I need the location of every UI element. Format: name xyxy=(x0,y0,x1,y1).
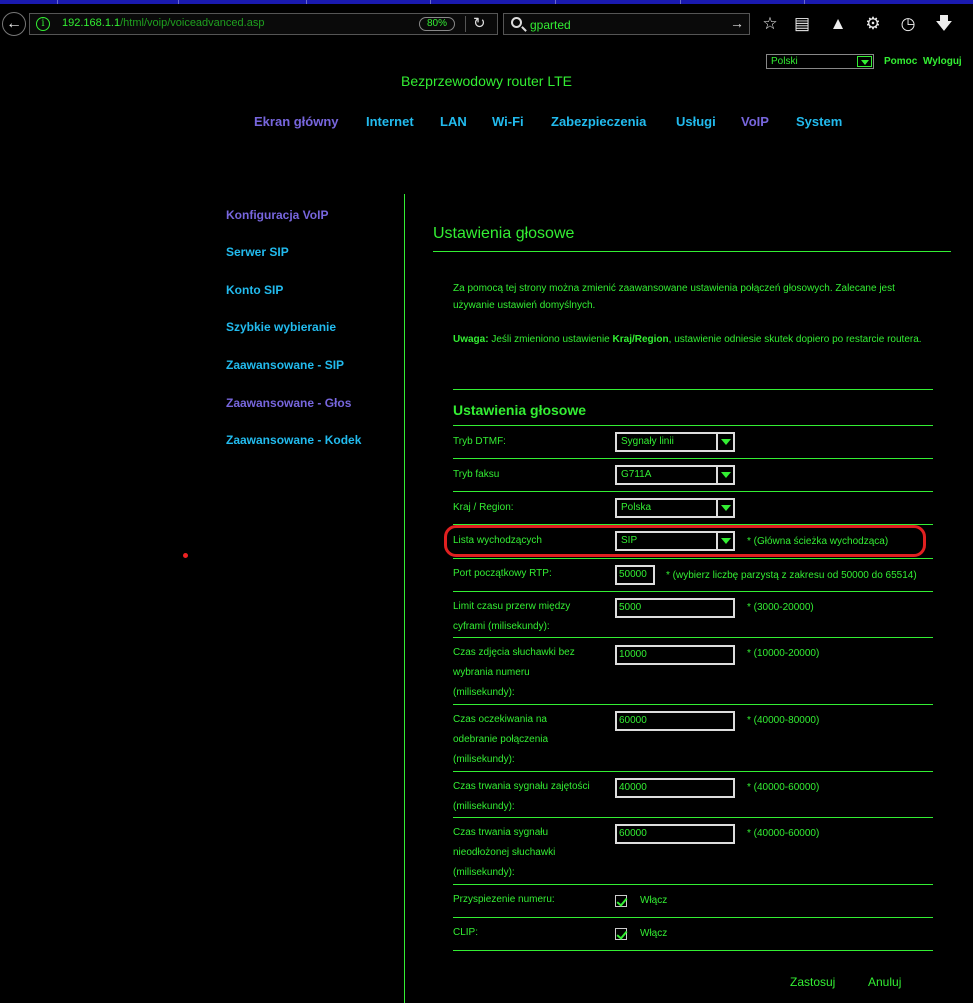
nav-security[interactable]: Zabezpieczenia xyxy=(551,114,646,129)
cancel-button[interactable]: Anuluj xyxy=(868,975,901,989)
side-advanced-sip[interactable]: Zaawansowane - SIP xyxy=(226,358,344,372)
browser-toolbar: ← i 192.168.1.1/html/voip/voiceadvanced.… xyxy=(0,0,973,44)
nav-wifi[interactable]: Wi-Fi xyxy=(492,114,524,129)
side-sip-server[interactable]: Serwer SIP xyxy=(226,245,289,259)
side-advanced-voice[interactable]: Zaawansowane - Głos xyxy=(226,396,351,410)
logout-link[interactable]: Wyloguj xyxy=(923,56,962,67)
nav-lan[interactable]: LAN xyxy=(440,114,467,129)
answer-wait-label: Czas oczekiwania na odebranie połączenia(… xyxy=(453,714,549,765)
router-brand-title: Bezprzewodowy router LTE xyxy=(401,73,572,89)
answer-wait-input[interactable]: 60000 xyxy=(615,711,735,731)
back-arrow-icon[interactable]: ← xyxy=(2,12,26,36)
nav-system[interactable]: System xyxy=(796,114,842,129)
offhook-input[interactable]: 10000 xyxy=(615,645,735,665)
digit-timeout-label: Limit czasu przerw między cyframi (milise… xyxy=(453,601,571,632)
offhook-label: Czas zdjęcia słuchawki bez wybrania numer… xyxy=(453,647,575,698)
dtmf-select[interactable]: Sygnały linii xyxy=(615,432,735,452)
hangup-tone-hint: * (40000-60000) xyxy=(747,828,820,839)
history-clock-icon[interactable]: ◷ xyxy=(896,12,920,36)
nav-internet[interactable]: Internet xyxy=(366,114,414,129)
region-select[interactable]: Polska xyxy=(615,498,735,518)
chevron-down-icon[interactable] xyxy=(716,500,733,516)
busy-tone-input[interactable]: 40000 xyxy=(615,778,735,798)
page-description: Za pomocą tej strony można zmienić zaawa… xyxy=(453,283,895,311)
chevron-down-icon[interactable] xyxy=(716,467,733,483)
page-title: Ustawienia głosowe xyxy=(433,225,575,242)
speedup-label: Przyspiezenie numeru: xyxy=(453,894,555,905)
nav-home[interactable]: Ekran główny xyxy=(254,114,339,129)
busy-tone-label: Czas trwania sygnału zajętości (milisekun… xyxy=(453,781,590,812)
clip-label: CLIP: xyxy=(453,927,479,938)
annotation-highlight xyxy=(444,525,926,557)
search-bar[interactable]: gparted → xyxy=(503,13,750,35)
side-speed-dial[interactable]: Szybkie wybieranie xyxy=(226,320,336,334)
address-bar[interactable]: i 192.168.1.1/html/voip/voiceadvanced.as… xyxy=(29,13,498,35)
chevron-down-icon[interactable] xyxy=(716,434,733,450)
language-select[interactable]: Polski xyxy=(766,54,874,69)
busy-tone-hint: * (40000-60000) xyxy=(747,782,820,793)
mask-icon[interactable]: ▲ xyxy=(826,12,850,36)
divider xyxy=(404,194,405,1003)
hangup-tone-input[interactable]: 60000 xyxy=(615,824,735,844)
download-arrow-icon[interactable]: 🡇 xyxy=(932,12,956,36)
clipboard-icon[interactable]: ▤ xyxy=(790,12,814,36)
divider xyxy=(453,425,933,426)
dtmf-label: Tryb DTMF: xyxy=(453,436,506,447)
search-input[interactable]: gparted xyxy=(530,18,571,32)
speedup-enable-label: Włącz xyxy=(640,895,668,906)
tab-strip xyxy=(0,0,973,4)
bookmark-star-icon[interactable]: ☆ xyxy=(758,12,782,36)
region-label: Kraj / Region: xyxy=(453,502,514,513)
section-title: Ustawienia głosowe xyxy=(453,402,587,418)
answer-wait-hint: * (40000-80000) xyxy=(747,715,820,726)
digit-timeout-hint: * (3000-20000) xyxy=(747,602,814,613)
url-text[interactable]: 192.168.1.1/html/voip/voiceadvanced.asp xyxy=(62,17,264,29)
side-sip-account[interactable]: Konto SIP xyxy=(226,283,283,297)
language-value: Polski xyxy=(771,56,798,67)
digit-timeout-input[interactable]: 5000 xyxy=(615,598,735,618)
search-go-arrow-icon[interactable]: → xyxy=(730,15,744,31)
nav-services[interactable]: Usługi xyxy=(676,114,716,129)
offhook-hint: * (10000-20000) xyxy=(747,648,820,659)
side-advanced-codec[interactable]: Zaawansowane - Kodek xyxy=(226,433,361,447)
divider xyxy=(433,251,951,252)
fax-select[interactable]: G711A xyxy=(615,465,735,485)
apply-button[interactable]: Zastosuj xyxy=(790,975,835,989)
speedup-checkbox[interactable] xyxy=(615,895,627,907)
rtp-port-input[interactable]: 50000 xyxy=(615,565,655,585)
chevron-down-icon[interactable] xyxy=(857,56,872,67)
hangup-tone-label: Czas trwania sygnału nieodłożonej słuchaw… xyxy=(453,827,556,878)
divider xyxy=(453,389,933,390)
clip-checkbox[interactable] xyxy=(615,928,627,940)
info-icon[interactable]: i xyxy=(36,17,50,31)
help-link[interactable]: Pomoc xyxy=(884,56,917,67)
zoom-level[interactable]: 80% xyxy=(419,17,455,31)
rtp-label: Port początkowy RTP: xyxy=(453,568,552,579)
fax-label: Tryb faksu xyxy=(453,469,500,480)
side-voip-config[interactable]: Konfiguracja VoIP xyxy=(226,208,328,222)
rtp-hint: * (wybierz liczbę parzystą z zakresu od … xyxy=(666,570,917,581)
gear-icon[interactable]: ⚙ xyxy=(861,12,885,36)
clip-enable-label: Włącz xyxy=(640,928,668,939)
reload-icon[interactable]: ↻ xyxy=(473,14,486,32)
nav-voip[interactable]: VoIP xyxy=(741,114,769,129)
page-note: Uwaga: Jeśli zmieniono ustawienie Kraj/R… xyxy=(453,334,922,345)
cursor-dot xyxy=(183,553,188,558)
search-icon xyxy=(511,17,522,28)
